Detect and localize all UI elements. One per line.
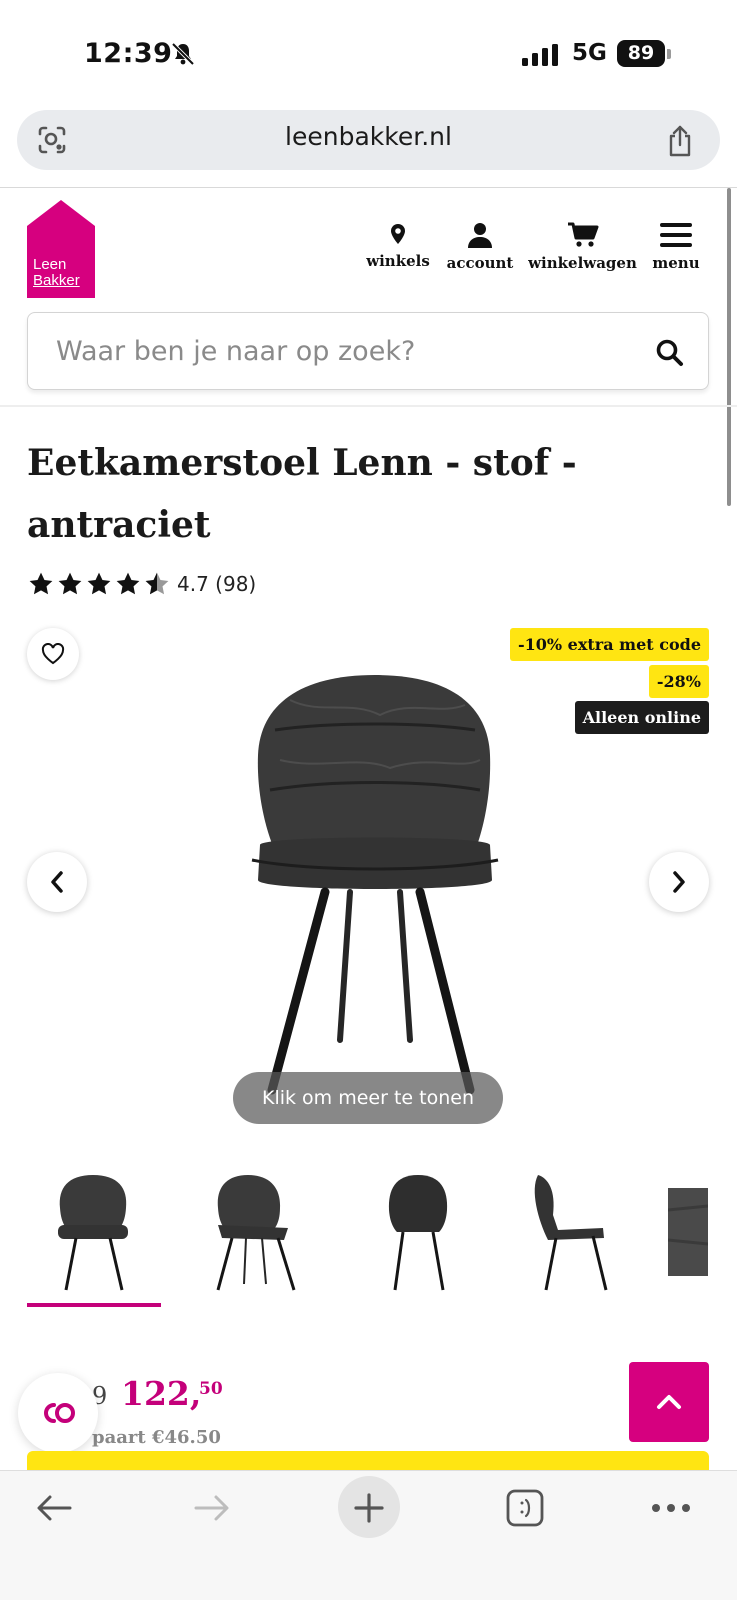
share-icon[interactable]	[665, 124, 695, 158]
logo-text: Bakker	[33, 272, 80, 289]
back-button[interactable]	[26, 1480, 82, 1536]
badge-discount: -28%	[648, 665, 709, 698]
cart-icon	[567, 222, 598, 247]
divider	[0, 405, 737, 407]
status-bar: 12:39 5G 89	[0, 0, 737, 100]
product-main-image[interactable]	[230, 660, 520, 1120]
location-pin-icon	[391, 224, 405, 244]
tabs-button[interactable]	[497, 1480, 553, 1536]
star-icon	[87, 572, 111, 595]
nav-winkelwagen[interactable]: winkelwagen	[525, 222, 640, 272]
new-tab-icon-wrap[interactable]	[341, 1480, 397, 1536]
chat-logo-icon	[44, 1403, 75, 1423]
price-cents: 50	[199, 1379, 223, 1399]
nav-winkels[interactable]: winkels	[363, 222, 433, 270]
chevron-left-icon	[51, 871, 63, 893]
gallery-prev-button[interactable]	[27, 852, 87, 912]
nav-label: account	[446, 254, 514, 272]
more-options-button[interactable]	[643, 1480, 699, 1536]
gallery-next-button[interactable]	[649, 852, 709, 912]
status-time: 12:39	[84, 38, 173, 69]
thumbnail-fabric[interactable]	[668, 1170, 708, 1310]
divider	[0, 187, 737, 188]
more-dots-icon	[652, 1504, 690, 1512]
scroll-to-top-button[interactable]	[629, 1362, 709, 1442]
show-more-overlay[interactable]: Klik om meer te tonen	[233, 1072, 503, 1124]
star-icon	[58, 572, 82, 595]
thumbnail-angle[interactable]	[188, 1170, 318, 1310]
favorite-button[interactable]	[27, 628, 79, 680]
star-half-icon	[145, 572, 169, 595]
star-icon	[116, 572, 140, 595]
bell-slash-icon	[171, 42, 195, 66]
arrow-right-icon	[194, 1495, 229, 1521]
nav-menu[interactable]: menu	[648, 222, 704, 272]
chevron-up-icon	[657, 1395, 681, 1409]
chevron-right-icon	[673, 871, 685, 893]
savings-text: paart €46.50	[92, 1427, 221, 1448]
battery-tip	[667, 49, 671, 59]
heart-icon	[41, 643, 65, 665]
thumbnail-side[interactable]	[508, 1170, 638, 1310]
hamburger-icon	[660, 223, 692, 247]
rating-text: 4.7 (98)	[177, 572, 257, 596]
forward-button[interactable]	[184, 1480, 240, 1536]
add-to-cart-button[interactable]	[27, 1451, 709, 1471]
thumbnail-active-indicator	[27, 1303, 161, 1307]
user-icon	[468, 223, 492, 248]
nav-label: winkels	[366, 252, 430, 270]
badge-online-only: Alleen online	[574, 701, 709, 734]
badge-extra-code: -10% extra met code	[509, 628, 709, 661]
network-label: 5G	[572, 40, 607, 66]
search-icon[interactable]	[655, 338, 685, 368]
chat-button[interactable]	[18, 1373, 98, 1453]
rating[interactable]: 4.7 (98)	[28, 570, 256, 598]
signal-icon	[522, 44, 558, 66]
nav-label: menu	[652, 254, 700, 272]
scroll-indicator	[727, 188, 731, 506]
plus-icon	[354, 1493, 384, 1523]
price-main: 122,	[121, 1374, 202, 1413]
arrow-left-icon	[37, 1495, 72, 1521]
thumbnail-back[interactable]	[353, 1170, 483, 1310]
search-placeholder: Waar ben je naar op zoek?	[56, 336, 416, 367]
tabs-icon	[506, 1489, 544, 1527]
url-text[interactable]: leenbakker.nl	[0, 122, 737, 151]
logo-text: Leen	[33, 256, 67, 273]
thumbnail-front[interactable]	[28, 1170, 158, 1310]
star-icon	[29, 572, 53, 595]
battery-indicator: 89	[617, 40, 665, 67]
product-title: Eetkamerstoel Lenn - stof - antraciet	[27, 442, 577, 546]
nav-label: winkelwagen	[528, 254, 637, 272]
nav-account[interactable]: account	[443, 222, 517, 272]
